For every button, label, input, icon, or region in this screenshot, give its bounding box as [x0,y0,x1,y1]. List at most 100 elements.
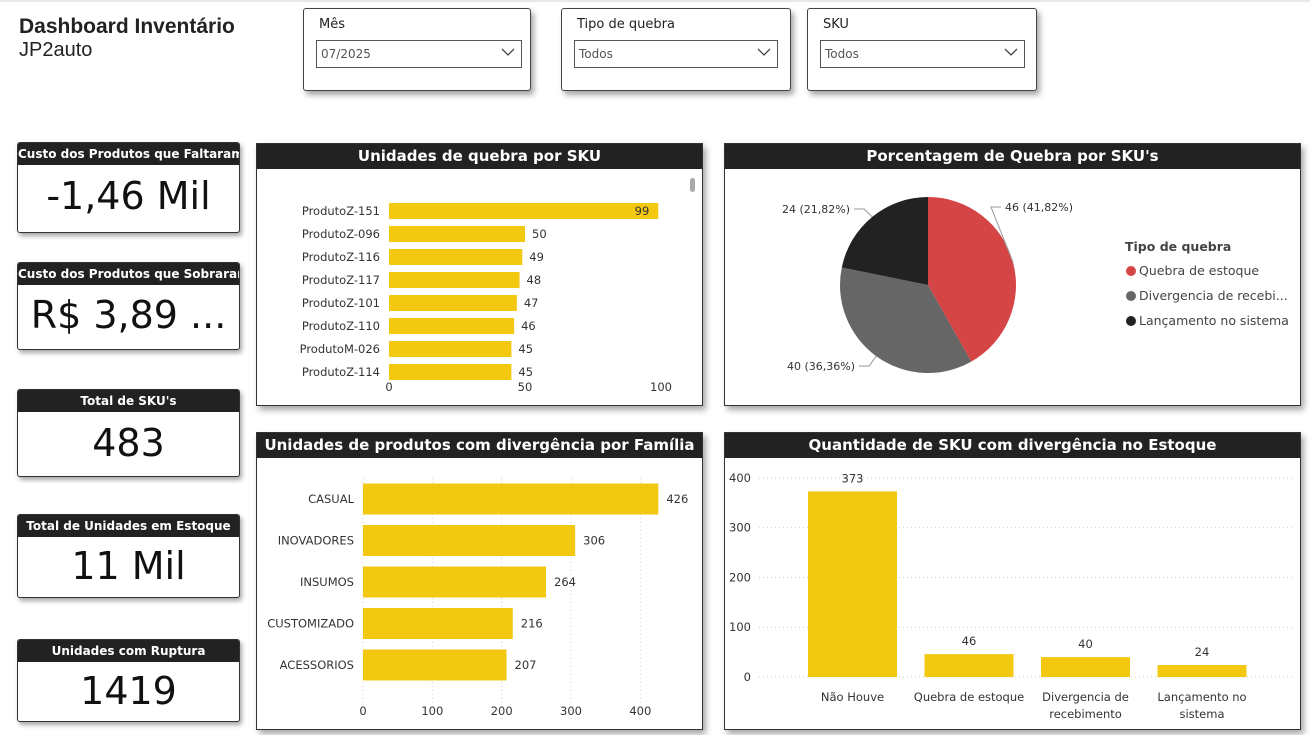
sku-dropdown[interactable]: Todos [820,40,1025,68]
month-slicer: Mês 07/2025 [303,8,531,91]
family-data-label: 216 [521,617,543,631]
stock-category-label: sistema [1179,707,1224,721]
panel-break-pct-title: Porcentagem de Quebra por SKU's [725,144,1300,169]
family-category-label: INSUMOS [300,575,354,589]
scrollbar-thumb [690,178,695,192]
panel-stock-divergence-title: Quantidade de SKU com divergência no Est… [725,433,1300,458]
sku-category-label: ProdutoZ-114 [302,365,380,379]
kpi-total-sku: Total de SKU's 483 [17,389,240,477]
sku-dropdown-value: Todos [825,47,859,61]
sku-x-tick: 0 [385,380,392,394]
panel-stock-divergence: Quantidade de SKU com divergência no Est… [724,432,1301,730]
stock-category-label: Quebra de estoque [914,690,1024,704]
stock-divergence-bar-chart: 0 100 200 300 400 373 Não Houve 46 Quebra de est… [729,471,1295,721]
stock-bar [924,654,1014,677]
pie-data-label: 40 (36,36%) [787,360,855,373]
sku-data-label: 47 [524,296,539,310]
kpi-rupture-units: Unidades com Ruptura 1419 [17,639,240,722]
family-bar-chart: 0 100 200 300 400 CASUAL 426 INOVADORES 306 INSUM… [267,478,688,720]
chevron-down-icon [501,48,515,56]
sku-category-label: ProdutoZ-116 [302,250,380,264]
break-type-slicer: Tipo de quebra Todos [561,8,791,91]
family-category-label: CASUAL [308,492,354,506]
sku-bar [389,203,659,219]
break-type-dropdown[interactable]: Todos [574,40,778,68]
kpi-stock-units: Total de Unidades em Estoque 11 Mil [17,514,240,598]
pie-legend-marker [1126,316,1136,326]
stock-y-tick: 100 [729,620,751,634]
sku-data-label: 48 [527,273,542,287]
stock-bar [808,491,897,677]
stock-category-label: recebimento [1049,707,1122,721]
kpi-total-sku-value: 483 [92,421,165,465]
stock-y-tick: 400 [729,471,751,485]
pie-data-label: 46 (41,82%) [1005,201,1073,214]
page-title: Dashboard Inventário [19,15,235,38]
family-x-tick: 400 [629,704,651,718]
kpi-rupture-units-value: 1419 [80,669,177,713]
pie-leader-line [859,355,877,367]
stock-y-tick: 300 [729,521,751,535]
sku-category-label: ProdutoZ-096 [302,227,380,241]
sku-data-label: 46 [521,319,536,333]
pie-legend-title: Tipo de quebra [1125,239,1231,254]
panel-units-by-sku-title: Unidades de quebra por SKU [257,144,702,169]
kpi-surplus-cost: Custo dos Produtos que Sobraram R$ 3,89 … [17,262,240,350]
pie-legend-label: Quebra de estoque [1139,263,1259,278]
sku-bar [389,318,515,334]
family-category-label: INOVADORES [278,534,354,548]
family-bar [363,566,547,598]
stock-data-label: 40 [1078,637,1093,651]
family-data-label: 207 [515,658,537,672]
sku-bar [389,364,512,380]
stock-category-label: Lançamento no [1157,690,1246,704]
kpi-missing-cost: Custo dos Produtos que Faltaram -1,46 Mi… [17,142,240,233]
stock-data-label: 24 [1195,645,1210,659]
sku-category-label: ProdutoZ-117 [302,273,380,287]
kpi-surplus-cost-label: Custo dos Produtos que Sobraram [18,263,239,285]
month-slicer-label: Mês [319,17,345,32]
sku-data-label: 45 [518,342,533,356]
kpi-stock-units-value: 11 Mil [71,544,186,588]
family-bar [363,649,507,681]
sku-category-label: ProdutoM-026 [300,342,380,356]
kpi-missing-cost-label: Custo dos Produtos que Faltaram [18,143,239,165]
pie-legend-marker [1126,266,1136,276]
sku-category-label: ProdutoZ-110 [302,319,380,333]
sku-bar [389,272,520,288]
family-x-tick: 200 [491,704,513,718]
break-type-dropdown-value: Todos [579,47,613,61]
stock-bar [1157,665,1247,677]
stock-bar [1041,657,1130,677]
family-data-label: 306 [583,534,605,548]
family-data-label: 264 [554,575,576,589]
sku-slicer: SKU Todos [807,8,1037,91]
month-dropdown-value: 07/2025 [321,47,371,61]
dashboard-root: Dashboard Inventário JP2auto Mês 07/2025… [0,0,1310,735]
sku-bar [389,249,523,265]
sku-category-label: ProdutoZ-101 [302,296,380,310]
sku-data-label: 49 [529,250,544,264]
kpi-total-sku-label: Total de SKU's [18,390,239,412]
stock-category-label: Não Houve [821,690,884,704]
sku-x-tick: 50 [518,380,533,394]
pie-data-label: 24 (21,82%) [782,203,850,216]
sku-bar [389,341,512,357]
kpi-surplus-cost-value: R$ 3,89 ... [30,293,227,337]
family-bar [363,608,513,639]
family-category-label: ACESSORIOS [280,658,354,672]
month-dropdown[interactable]: 07/2025 [316,40,522,68]
pie-legend-label: Lançamento no sistema [1139,313,1289,328]
sku-bar [389,226,525,242]
sku-slicer-label: SKU [823,17,849,32]
chevron-down-icon [1004,48,1018,56]
sku-bar [389,295,517,311]
family-bar [363,525,576,556]
chevron-down-icon [757,48,771,56]
sku-category-label: ProdutoZ-151 [302,204,380,218]
stock-y-tick: 0 [744,670,751,684]
pie-leader-line [854,208,873,218]
break-type-slicer-label: Tipo de quebra [577,17,675,32]
kpi-missing-cost-value: -1,46 Mil [46,174,211,218]
family-bar [363,483,659,515]
